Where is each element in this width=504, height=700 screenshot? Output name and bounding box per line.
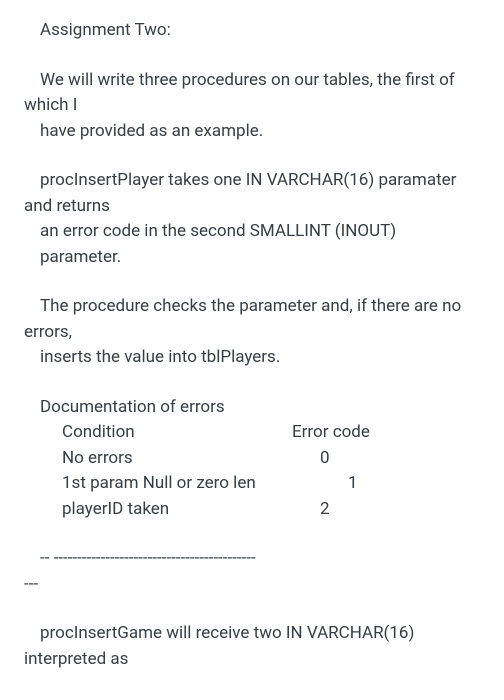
divider-b: --- (24, 572, 480, 598)
proc-insert-game-paragraph: procInsertGame will receive two IN VARCH… (24, 621, 480, 672)
header-condition: Condition (62, 420, 292, 446)
cond-1: 1st param Null or zero len (62, 471, 292, 497)
intro-line-b: have provided as an example. (24, 119, 480, 145)
error-row-1: 1st param Null or zero len 1 (24, 471, 480, 497)
p1-line-b: an error code in the second SMALLINT (IN… (24, 219, 480, 270)
code-0: 0 (292, 446, 330, 472)
cond-2: playerID taken (62, 497, 292, 523)
code-1: 1 (292, 471, 358, 497)
p2-line-b: inserts the value into tblPlayers. (24, 345, 480, 371)
proc-insert-player-paragraph: procInsertPlayer takes one IN VARCHAR(16… (24, 168, 480, 270)
error-table-header: Condition Error code (24, 420, 480, 446)
error-row-2: playerID taken 2 (24, 497, 480, 523)
divider-a: -- -------------------------------------… (24, 546, 480, 572)
error-row-0: No errors 0 (24, 446, 480, 472)
header-error-code: Error code (292, 420, 370, 446)
p1-line-a: procInsertPlayer takes one IN VARCHAR(16… (24, 168, 480, 219)
assignment-title: Assignment Two: (24, 18, 480, 44)
proc-check-paragraph: The procedure checks the parameter and, … (24, 294, 480, 371)
doc-heading: Documentation of errors (24, 395, 480, 421)
intro-paragraph: We will write three procedures on our ta… (24, 68, 480, 145)
error-documentation: Documentation of errors Condition Error … (24, 395, 480, 523)
code-2: 2 (292, 497, 330, 523)
final-a: procInsertGame will receive two IN VARCH… (24, 621, 480, 672)
cond-0: No errors (62, 446, 292, 472)
p2-line-a: The procedure checks the parameter and, … (24, 294, 480, 345)
intro-line-a: We will write three procedures on our ta… (24, 68, 480, 119)
divider: -- -------------------------------------… (24, 546, 480, 597)
